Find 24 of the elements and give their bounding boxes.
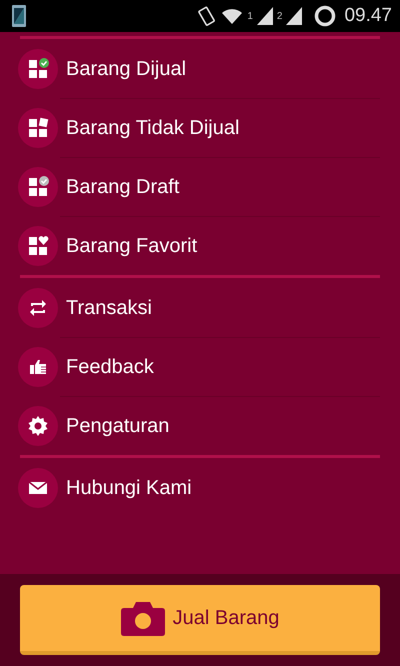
phone-icon xyxy=(12,5,26,27)
menu-item[interactable]: Pengaturan xyxy=(66,410,170,440)
grid-check-icon xyxy=(27,58,49,80)
clock-time: 09.47 xyxy=(344,4,392,28)
menu-item[interactable]: Barang Draft xyxy=(66,172,180,202)
menu-item[interactable]: Hubungi Kami xyxy=(66,472,192,502)
camera-icon xyxy=(120,600,165,636)
vibrate-icon xyxy=(197,5,218,27)
menu-item[interactable]: Barang Favorit xyxy=(66,230,198,260)
sim-number: 2 xyxy=(276,10,282,24)
menu-item[interactable]: Barang Tidak Dijual xyxy=(66,112,240,142)
menu-item[interactable]: Feedback xyxy=(66,352,154,382)
sell-button[interactable]: Jual Barang xyxy=(20,585,380,655)
signal-icon xyxy=(286,7,302,25)
menu-item[interactable]: Barang Dijual xyxy=(66,54,186,84)
grid-check-icon xyxy=(27,176,49,198)
menu-item[interactable]: Transaksi xyxy=(66,292,152,322)
signal-icon xyxy=(256,7,273,25)
settings-icon xyxy=(27,414,49,436)
loading-ring-icon xyxy=(314,5,336,27)
sim-number: 1 xyxy=(247,10,253,24)
grid-heart-icon xyxy=(27,234,49,256)
wifi-icon xyxy=(221,7,244,25)
grid-icon xyxy=(27,116,49,138)
